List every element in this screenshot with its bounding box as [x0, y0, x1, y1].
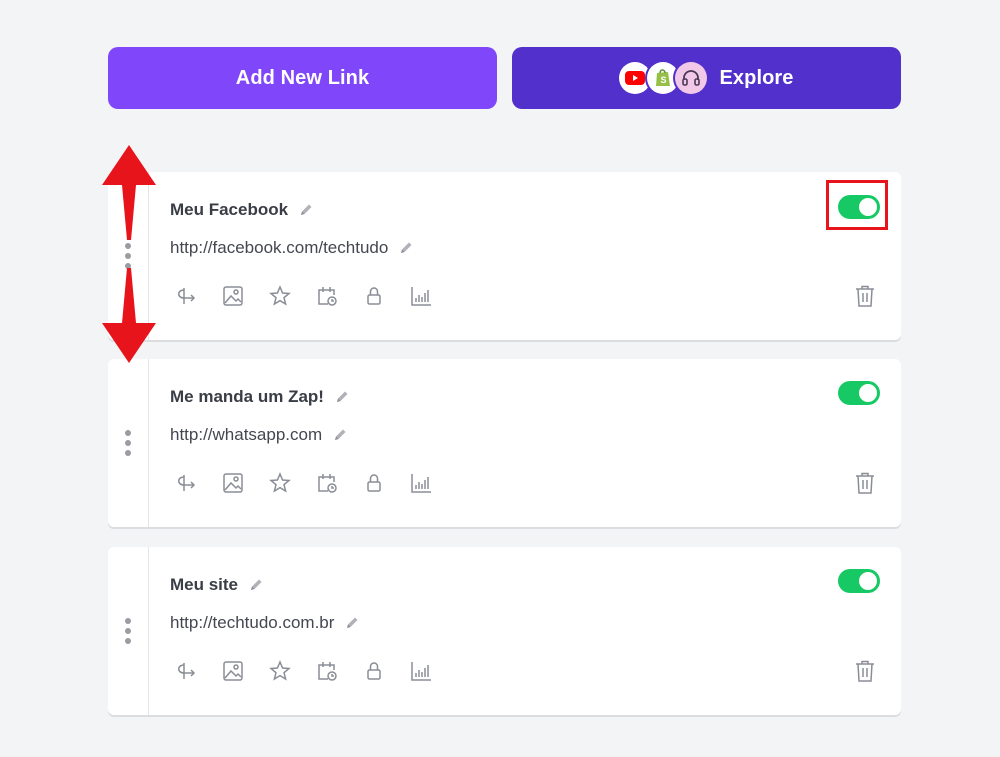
analytics-icon[interactable]: [409, 657, 456, 685]
analytics-icon[interactable]: [409, 469, 456, 497]
lock-icon[interactable]: [362, 282, 409, 310]
add-new-link-button[interactable]: Add New Link: [108, 47, 497, 109]
link-card: Me manda um Zap! http://whatsapp.com: [108, 359, 901, 527]
lock-icon[interactable]: [362, 657, 409, 685]
link-title[interactable]: Meu Facebook: [170, 200, 288, 220]
analytics-icon[interactable]: [409, 282, 456, 310]
link-enabled-toggle[interactable]: [838, 381, 880, 405]
edit-url-pencil-icon[interactable]: [344, 615, 360, 631]
thumbnail-icon[interactable]: [221, 657, 268, 685]
lock-icon[interactable]: [362, 469, 409, 497]
thumbnail-icon[interactable]: [221, 469, 268, 497]
star-icon[interactable]: [268, 469, 315, 497]
link-card: Meu Facebook http://facebook.com/techtud…: [108, 172, 901, 340]
delete-trash-icon[interactable]: [853, 282, 877, 310]
drag-up-arrow-icon: [102, 145, 156, 240]
explore-button[interactable]: S Explore: [512, 47, 901, 109]
link-tools: [174, 657, 456, 685]
edit-url-pencil-icon[interactable]: [332, 427, 348, 443]
schedule-icon[interactable]: [315, 657, 362, 685]
link-title[interactable]: Meu site: [170, 575, 238, 595]
schedule-icon[interactable]: [315, 282, 362, 310]
link-url[interactable]: http://whatsapp.com: [170, 425, 322, 445]
star-icon[interactable]: [268, 657, 315, 685]
drag-dots-icon: [125, 243, 131, 269]
toggle-highlight-box: [826, 180, 888, 230]
delete-trash-icon[interactable]: [853, 657, 877, 685]
toggle-knob: [859, 384, 877, 402]
svg-text:S: S: [661, 75, 667, 85]
add-new-link-label: Add New Link: [235, 66, 370, 89]
link-url[interactable]: http://facebook.com/techtudo: [170, 238, 388, 258]
thumbnail-icon[interactable]: [221, 282, 268, 310]
edit-url-pencil-icon[interactable]: [398, 240, 414, 256]
edit-title-pencil-icon[interactable]: [248, 577, 264, 593]
delete-trash-icon[interactable]: [853, 469, 877, 497]
headset-icon: [675, 62, 708, 94]
drag-handle[interactable]: [108, 547, 149, 715]
explore-app-icons: S: [619, 62, 708, 94]
edit-title-pencil-icon[interactable]: [298, 202, 314, 218]
link-tools: [174, 469, 456, 497]
edit-title-pencil-icon[interactable]: [334, 389, 350, 405]
drag-down-arrow-icon: [102, 268, 156, 363]
drag-dots-icon: [125, 430, 131, 456]
link-title[interactable]: Me manda um Zap!: [170, 387, 324, 407]
link-tools: [174, 282, 456, 310]
link-enabled-toggle[interactable]: [838, 569, 880, 593]
toggle-knob: [859, 572, 877, 590]
link-url[interactable]: http://techtudo.com.br: [170, 613, 334, 633]
redirect-icon[interactable]: [174, 282, 221, 310]
explore-label: Explore: [719, 66, 794, 89]
star-icon[interactable]: [268, 282, 315, 310]
drag-dots-icon: [125, 618, 131, 644]
schedule-icon[interactable]: [315, 469, 362, 497]
link-card: Meu site http://techtudo.com.br: [108, 547, 901, 715]
redirect-icon[interactable]: [174, 657, 221, 685]
redirect-icon[interactable]: [174, 469, 221, 497]
drag-handle[interactable]: [108, 359, 149, 527]
